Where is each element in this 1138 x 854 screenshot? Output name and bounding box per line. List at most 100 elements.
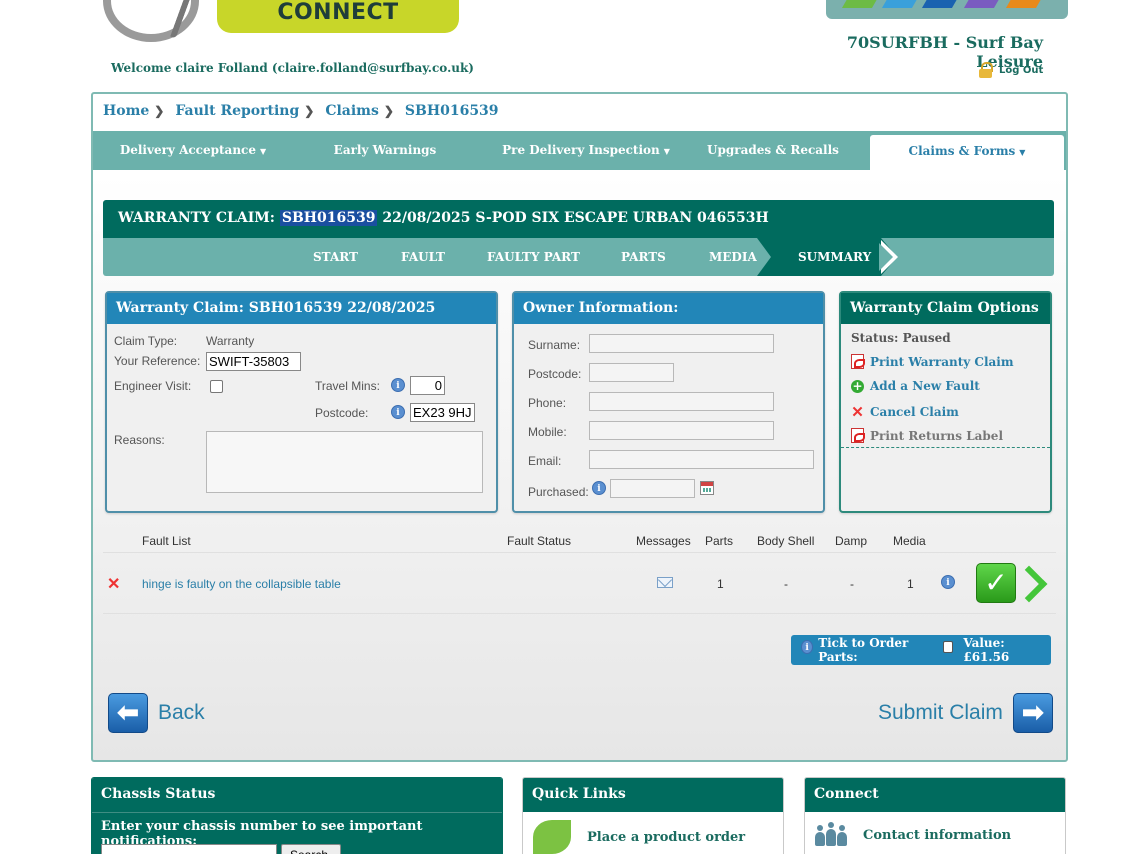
- plus-icon: +: [851, 378, 864, 393]
- warranty-claim-panel: Warranty Claim: SBH016539 22/08/2025 Cla…: [105, 291, 498, 513]
- chassis-number-input[interactable]: [101, 844, 277, 854]
- divider: [103, 552, 1056, 553]
- fault-damp: -: [850, 577, 854, 591]
- info-icon[interactable]: i: [941, 575, 955, 589]
- email-input[interactable]: [589, 450, 814, 469]
- tab-upgrades-recalls[interactable]: Upgrades & Recalls: [693, 131, 853, 170]
- chevron-right-icon: ❯: [383, 104, 394, 118]
- col-parts: Parts: [705, 534, 734, 548]
- col-fault-status: Fault Status: [507, 534, 572, 548]
- tab-pre-delivery-inspection[interactable]: Pre Delivery Inspection ▼: [491, 131, 681, 170]
- surname-input[interactable]: [589, 334, 774, 353]
- breadcrumb-fault-reporting[interactable]: Fault Reporting: [175, 103, 299, 119]
- caret-down-icon: ▼: [663, 146, 670, 156]
- step-faulty-part[interactable]: FAULTY PART: [487, 238, 580, 276]
- order-parts-box: i Tick to Order Parts: Value: £61.56: [791, 635, 1051, 665]
- step-summary[interactable]: SUMMARY: [798, 238, 871, 276]
- breadcrumb-claims[interactable]: Claims: [325, 103, 379, 119]
- people-icon: [815, 822, 847, 846]
- submit-label: Submit Claim: [878, 701, 1003, 724]
- owner-information-panel: Owner Information: Surname: Postcode: Ph…: [512, 291, 825, 513]
- add-new-fault-link[interactable]: + Add a New Fault: [851, 379, 980, 393]
- lock-icon: [978, 62, 994, 78]
- engineer-visit-label: Engineer Visit:: [114, 379, 192, 393]
- nav-tabs: Delivery Acceptance ▼ Early Warnings Pre …: [93, 131, 1066, 170]
- back-button[interactable]: ⬅ Back: [108, 693, 205, 733]
- chevron-right-icon[interactable]: [1020, 565, 1050, 601]
- reasons-textarea[interactable]: [206, 431, 483, 493]
- breadcrumb-home[interactable]: Home: [103, 103, 149, 119]
- arrow-left-icon: ⬅: [108, 693, 148, 733]
- print-warranty-claim-link[interactable]: Print Warranty Claim: [851, 354, 1014, 369]
- info-icon[interactable]: i: [801, 640, 814, 654]
- cancel-claim-link[interactable]: ✕ Cancel Claim: [851, 403, 959, 421]
- chassis-search-button[interactable]: Search: [281, 844, 341, 854]
- engineer-visit-checkbox[interactable]: [210, 380, 223, 393]
- brand-logo-icon: [103, 0, 199, 42]
- claim-status: Status: Paused: [851, 331, 951, 345]
- info-icon[interactable]: i: [391, 405, 405, 419]
- chevron-right-icon: [879, 240, 898, 274]
- purchased-date-input[interactable]: [610, 479, 695, 498]
- caret-down-icon: ▼: [1019, 147, 1026, 157]
- purchased-label: Purchased:: [528, 485, 589, 499]
- phone-input[interactable]: [589, 392, 774, 411]
- order-value: Value: £61.56: [963, 636, 1010, 664]
- panel-title: Warranty Claim: SBH016539 22/08/2025: [107, 293, 496, 324]
- chevron-right-icon: ❯: [154, 104, 165, 118]
- logout-label: Log Out: [999, 64, 1044, 76]
- panel-title: Chassis Status: [92, 778, 502, 812]
- delete-fault-icon[interactable]: ✕: [107, 574, 120, 594]
- fault-description-link[interactable]: hinge is faulty on the collapsible table: [142, 577, 341, 591]
- email-label: Email:: [528, 454, 562, 468]
- info-icon[interactable]: i: [391, 378, 405, 392]
- owner-postcode-input[interactable]: [589, 363, 674, 382]
- travel-mins-input[interactable]: 0: [410, 376, 445, 395]
- fault-body-shell: -: [784, 577, 788, 591]
- owner-postcode-label: Postcode:: [528, 367, 582, 381]
- tab-early-warnings[interactable]: Early Warnings: [295, 131, 475, 170]
- your-reference-input[interactable]: SWIFT-35803: [206, 352, 301, 371]
- submit-claim-button[interactable]: Submit Claim ➡: [878, 693, 1053, 733]
- step-start[interactable]: START: [313, 238, 358, 276]
- caret-down-icon: ▼: [260, 146, 267, 156]
- fault-parts-count: 1: [717, 577, 724, 591]
- mobile-input[interactable]: [589, 421, 774, 440]
- divider: [103, 613, 1056, 614]
- panel-title: Warranty Claim Options: [841, 293, 1050, 324]
- reasons-label: Reasons:: [114, 433, 165, 447]
- col-messages: Messages: [636, 534, 691, 548]
- arrow-right-icon: ➡: [1012, 693, 1053, 733]
- brand-color-bar: [826, 0, 1068, 19]
- col-body-shell: Body Shell: [757, 534, 815, 548]
- panel-title: Owner Information:: [514, 293, 823, 324]
- breadcrumb-current[interactable]: SBH016539: [405, 103, 499, 119]
- claim-id-highlight: SBH016539: [279, 210, 378, 226]
- postcode-input[interactable]: EX23 9HJ: [410, 403, 475, 422]
- calendar-icon[interactable]: [700, 481, 714, 495]
- logout-link[interactable]: Log Out: [978, 62, 1043, 78]
- tab-claims-forms[interactable]: Claims & Forms ▼: [870, 135, 1064, 170]
- tab-delivery-acceptance[interactable]: Delivery Acceptance ▼: [103, 131, 283, 170]
- mail-icon[interactable]: [657, 577, 673, 588]
- order-parts-label: Tick to Order Parts:: [818, 636, 909, 664]
- contact-information-link[interactable]: Contact information: [815, 822, 1011, 846]
- your-reference-label: Your Reference:: [114, 354, 201, 368]
- place-product-order-link[interactable]: Place a product order: [533, 820, 745, 854]
- travel-mins-label: Travel Mins:: [315, 379, 380, 393]
- info-icon[interactable]: i: [592, 481, 606, 495]
- step-parts[interactable]: PARTS: [621, 238, 666, 276]
- panel-title: Quick Links: [523, 778, 783, 812]
- fault-media-count: 1: [907, 577, 914, 591]
- claim-options-panel: Warranty Claim Options Status: Paused Pr…: [839, 291, 1052, 513]
- step-media[interactable]: MEDIA: [709, 238, 757, 276]
- step-fault[interactable]: FAULT: [401, 238, 445, 276]
- claim-title: WARRANTY CLAIM: SBH016539 22/08/2025 S-P…: [103, 200, 1054, 238]
- order-parts-checkbox[interactable]: [942, 641, 954, 653]
- claim-type-value: Warranty: [206, 334, 255, 348]
- col-media: Media: [893, 534, 926, 548]
- col-fault-list: Fault List: [142, 534, 191, 548]
- print-returns-label-link[interactable]: Print Returns Label: [851, 428, 1003, 443]
- chevron-right-icon: ❯: [304, 104, 315, 118]
- phone-label: Phone:: [528, 396, 567, 410]
